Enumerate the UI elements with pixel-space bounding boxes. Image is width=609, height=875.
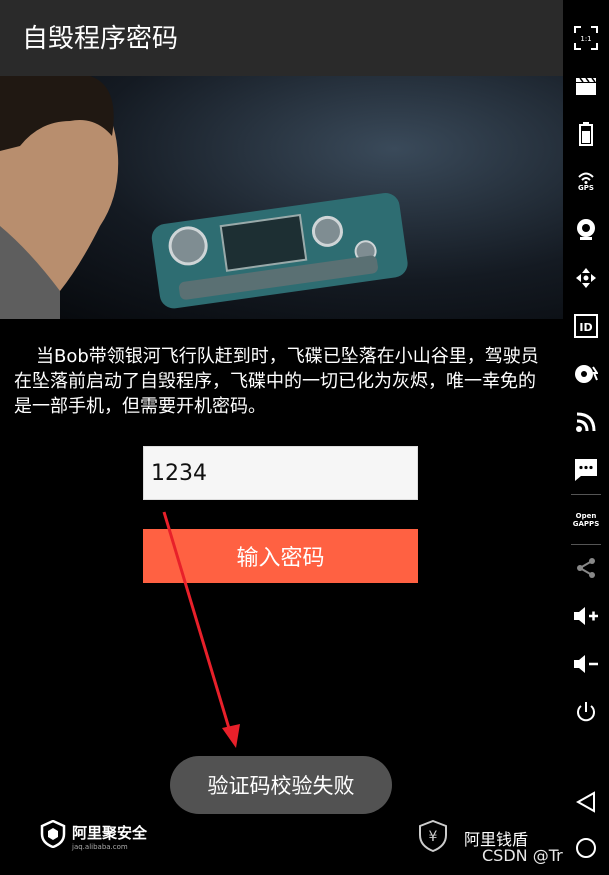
id-label: ID [579, 321, 592, 334]
annotation-arrow [162, 511, 240, 748]
volume-down-icon[interactable] [563, 644, 609, 684]
power-icon[interactable] [563, 692, 609, 732]
media-icon[interactable] [563, 354, 609, 394]
message-icon[interactable] [563, 450, 609, 490]
app-screen: 自毁程序密码 当Bob带领银河飞行队赶到时，飞碟已坠落在小山谷里，驾驶员在坠落前… [0, 0, 563, 875]
clapper-icon[interactable] [563, 66, 609, 106]
toolbar-divider [571, 494, 601, 495]
gps-label: GPS [578, 184, 594, 192]
emulator-toolbar: 1:1 GPS ID Open GAPPS [563, 0, 609, 875]
toolbar-divider [571, 544, 601, 545]
opengapps-label: Open GAPPS [572, 512, 600, 528]
home-icon[interactable] [563, 828, 609, 868]
opengapps-icon[interactable]: Open GAPPS [563, 500, 609, 540]
move-icon[interactable] [563, 258, 609, 298]
battery-icon[interactable] [563, 114, 609, 154]
share-icon[interactable] [563, 548, 609, 588]
rss-icon[interactable] [563, 402, 609, 442]
gps-icon[interactable]: GPS [563, 162, 609, 202]
webcam-icon[interactable] [563, 210, 609, 250]
fullscreen-icon[interactable]: 1:1 [563, 18, 609, 58]
volume-up-icon[interactable] [563, 596, 609, 636]
id-icon[interactable]: ID [563, 306, 609, 346]
back-icon[interactable] [563, 782, 609, 822]
fullscreen-label: 1:1 [580, 35, 591, 43]
